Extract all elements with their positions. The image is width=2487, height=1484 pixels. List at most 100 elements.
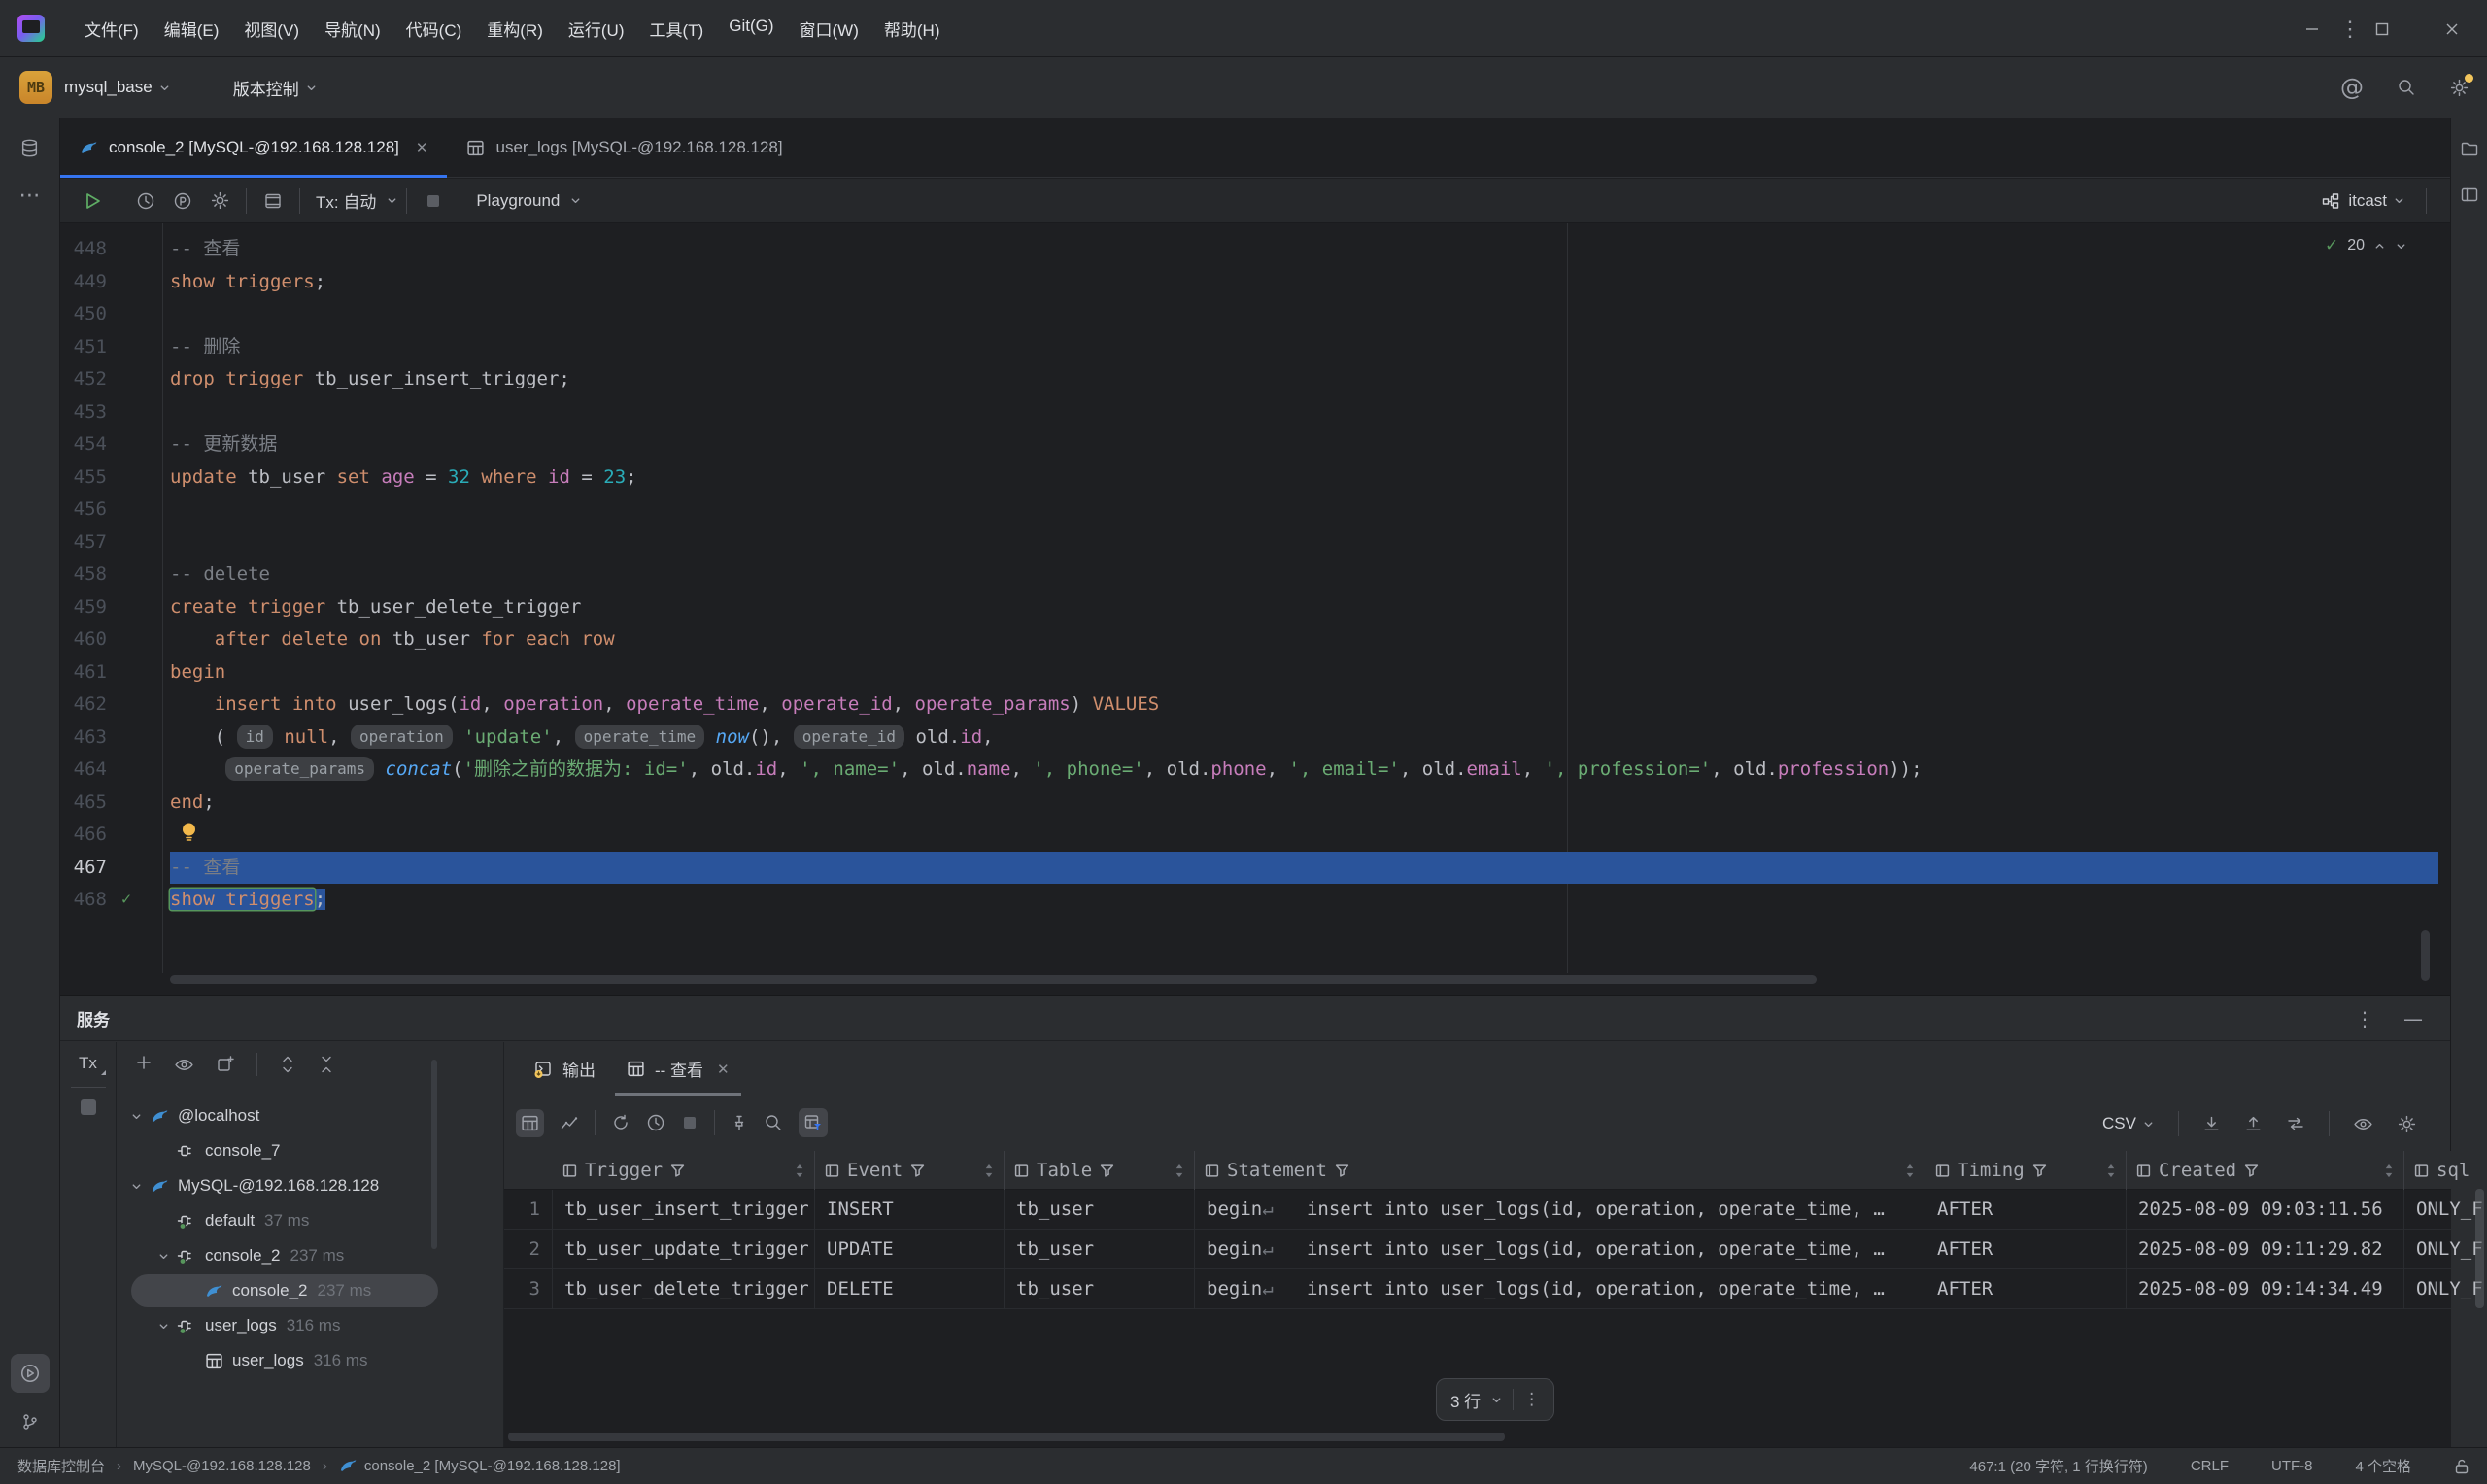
prev-problem-icon[interactable] <box>2373 240 2386 253</box>
results-tab[interactable]: 输出 <box>518 1042 611 1096</box>
code-editor[interactable]: 4484494504514524534544554564574584594604… <box>60 223 2450 995</box>
expand-all-icon[interactable] <box>279 1056 296 1073</box>
chevron-down-icon[interactable] <box>123 1180 149 1193</box>
line-number[interactable]: 458 <box>60 558 107 591</box>
profile-selector[interactable]: Playground <box>476 191 560 211</box>
code-line[interactable]: -- 更新数据 <box>170 428 2438 461</box>
gutter-row[interactable]: 458 <box>60 558 162 591</box>
gutter-row[interactable]: 468✓ <box>60 884 162 917</box>
run-button[interactable] <box>76 185 109 218</box>
gutter-row[interactable]: 467 <box>60 852 162 885</box>
sort-arrows-icon[interactable] <box>2384 1164 2394 1178</box>
line-number[interactable]: 452 <box>60 363 107 396</box>
line-number[interactable]: 461 <box>60 657 107 690</box>
chart-view-icon[interactable] <box>560 1113 579 1132</box>
code-line[interactable]: -- 删除 <box>170 331 2438 364</box>
line-number[interactable]: 462 <box>60 689 107 722</box>
sort-arrows-icon[interactable] <box>2106 1164 2116 1178</box>
view-eye-icon[interactable] <box>2353 1114 2373 1134</box>
menu-item[interactable]: 帮助(H) <box>871 11 953 47</box>
gutter-row[interactable]: 464 <box>60 754 162 787</box>
line-number[interactable]: 463 <box>60 722 107 755</box>
row-number-cell[interactable]: 2 <box>504 1230 553 1269</box>
sort-arrows-icon[interactable] <box>1175 1164 1184 1178</box>
code-line[interactable] <box>170 493 2438 526</box>
menu-item[interactable]: 导航(N) <box>312 11 393 47</box>
inspection-widget[interactable]: ✓ 20 <box>2325 236 2407 255</box>
table-cell[interactable]: tb_user <box>1005 1190 1195 1230</box>
sort-arrows-icon[interactable] <box>1905 1164 1915 1178</box>
editor-gutter[interactable]: 4484494504514524534544554564574584594604… <box>60 233 162 917</box>
tx-toggle-button[interactable]: Tx <box>69 1054 108 1073</box>
compare-icon[interactable] <box>2286 1114 2305 1133</box>
code-line[interactable]: drop trigger tb_user_insert_trigger; <box>170 363 2438 396</box>
line-number[interactable]: 467 <box>60 852 107 885</box>
table-cell[interactable]: tb_user <box>1005 1230 1195 1269</box>
column-header-event[interactable]: Event <box>815 1151 1005 1190</box>
tree-item-mysql-192-168-128-128[interactable]: MySQL-@192.168.128.128 <box>118 1168 502 1203</box>
grid-view-icon[interactable] <box>516 1109 544 1137</box>
refresh-icon[interactable] <box>611 1113 630 1132</box>
line-number[interactable]: 457 <box>60 526 107 559</box>
pill-kebab-icon[interactable]: ⋮ <box>1523 1392 1540 1408</box>
table-cell[interactable]: AFTER <box>1925 1190 2127 1230</box>
services-tool-icon[interactable] <box>11 1354 50 1393</box>
folder-tool-icon[interactable] <box>2453 132 2486 165</box>
grid-hscrollbar[interactable] <box>508 1433 1505 1441</box>
column-header-timing[interactable]: Timing <box>1925 1151 2127 1190</box>
filter-funnel-icon[interactable] <box>1100 1164 1114 1178</box>
schema-selector[interactable]: itcast <box>2321 191 2405 211</box>
collapse-all-icon[interactable] <box>318 1056 335 1073</box>
gutter-row[interactable]: 454 <box>60 428 162 461</box>
menu-item[interactable]: 运行(U) <box>556 11 637 47</box>
filter-funnel-icon[interactable] <box>2244 1164 2259 1178</box>
in-editor-results-icon[interactable] <box>256 185 290 218</box>
code-line[interactable]: operate_params concat('删除之前的数据为: id=', o… <box>170 754 2438 787</box>
results-tab[interactable]: -- 查看✕ <box>611 1042 745 1096</box>
menu-item[interactable]: 工具(T) <box>637 11 717 47</box>
more-tools-icon[interactable]: ⋯ <box>11 177 50 216</box>
menu-item[interactable]: 编辑(E) <box>152 11 232 47</box>
breadcrumb-item[interactable]: console_2 [MySQL-@192.168.128.128] <box>339 1457 621 1475</box>
filter-grid-icon[interactable] <box>799 1108 828 1137</box>
gutter-row[interactable]: 461 <box>60 657 162 690</box>
line-number[interactable]: 464 <box>60 754 107 787</box>
filter-funnel-icon[interactable] <box>2032 1164 2047 1178</box>
table-row[interactable]: 3tb_user_delete_triggerDELETEtb_userbegi… <box>504 1269 2451 1309</box>
gutter-row[interactable]: 466 <box>60 819 162 852</box>
ai-assistant-icon[interactable]: @ <box>2340 76 2364 99</box>
editor-hscrollbar[interactable] <box>170 975 1817 984</box>
table-row[interactable]: 2tb_user_update_triggerUPDATEtb_userbegi… <box>504 1230 2451 1269</box>
table-row[interactable]: 1tb_user_insert_triggerINSERTtb_userbegi… <box>504 1190 2451 1230</box>
project-selector[interactable]: mysql_base <box>64 78 153 97</box>
table-cell[interactable]: 2025-08-09 09:14:34.49 <box>2127 1269 2404 1309</box>
table-cell[interactable]: UPDATE <box>815 1230 1005 1269</box>
code-line[interactable]: show triggers; <box>170 266 2438 299</box>
line-number[interactable]: 449 <box>60 266 107 299</box>
gutter-row[interactable]: 456 <box>60 493 162 526</box>
table-cell[interactable]: DELETE <box>815 1269 1005 1309</box>
gutter-row[interactable]: 448 <box>60 233 162 266</box>
structure-tool-icon[interactable] <box>2453 179 2486 212</box>
vcs-selector[interactable]: 版本控制 <box>233 76 299 100</box>
row-number-cell[interactable]: 1 <box>504 1190 553 1230</box>
chevron-down-icon[interactable] <box>151 1250 176 1263</box>
gutter-row[interactable]: 459 <box>60 591 162 624</box>
tree-item-user-logs[interactable]: user_logs316 ms <box>118 1343 502 1378</box>
tree-item-default[interactable]: default37 ms <box>118 1203 502 1238</box>
column-header-statement[interactable]: Statement <box>1195 1151 1925 1190</box>
line-number[interactable]: 455 <box>60 461 107 494</box>
code-line[interactable]: -- 查看 <box>170 233 2438 266</box>
menu-item[interactable]: Git(G) <box>716 11 786 47</box>
table-cell[interactable]: tb_user_delete_trigger <box>553 1269 815 1309</box>
gutter-row[interactable]: 463 <box>60 722 162 755</box>
minimize-button[interactable] <box>2277 0 2347 57</box>
line-number[interactable]: 454 <box>60 428 107 461</box>
lock-icon[interactable] <box>2454 1458 2470 1475</box>
menu-item[interactable]: 窗口(W) <box>787 11 871 47</box>
search-everywhere-icon[interactable] <box>2397 78 2416 97</box>
code-lines[interactable]: -- 查看show triggers; -- 删除drop trigger tb_… <box>170 233 2438 917</box>
gutter-row[interactable]: 452 <box>60 363 162 396</box>
line-number[interactable]: 448 <box>60 233 107 266</box>
database-tool-icon[interactable] <box>11 128 50 167</box>
